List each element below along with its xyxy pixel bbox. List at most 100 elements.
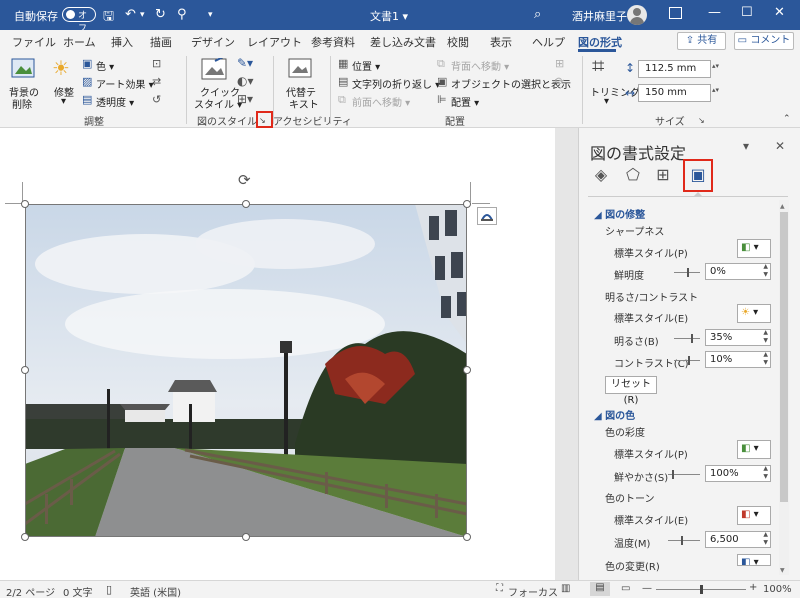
sharpen-input[interactable]: 0% ▲ ▼ [705, 263, 771, 280]
bring-forward-button[interactable]: 前面へ移動 ▾ [352, 94, 410, 109]
resize-handle-sw[interactable] [21, 533, 29, 541]
scroll-up-icon[interactable]: ▲ [780, 203, 785, 210]
ribbon-display-icon[interactable] [669, 7, 682, 19]
spinner-icon[interactable]: ▲ ▼ [763, 531, 768, 547]
comments-button[interactable]: ▭ コメント [734, 32, 794, 50]
tab-view[interactable]: 表示 [490, 34, 512, 50]
tab-layout[interactable]: レイアウト [247, 34, 302, 50]
layout-options-button[interactable] [477, 207, 497, 225]
saturation-presets-dropdown[interactable]: ◧ ▾ [737, 440, 771, 459]
resize-handle-n[interactable] [242, 200, 250, 208]
wrap-text-button[interactable]: 文字列の折り返し ▾ [352, 76, 440, 91]
save-icon[interactable]: 🖫 [103, 7, 114, 29]
width-input[interactable]: 150 mm [638, 84, 711, 102]
send-backward-button[interactable]: 背面へ移動 ▾ [451, 58, 509, 73]
undo-dropdown-icon[interactable]: ▾ [140, 10, 145, 20]
spinner-icon[interactable]: ▲ ▼ [763, 351, 768, 367]
reset-picture-icon[interactable]: ↺ [152, 93, 161, 106]
resize-handle-w[interactable] [21, 366, 29, 374]
autosave-toggle[interactable]: オフ [62, 7, 96, 34]
temperature-slider[interactable] [668, 536, 700, 545]
sharpness-presets-dropdown[interactable]: ◧ ▾ [737, 239, 771, 258]
tab-design[interactable]: デザイン [191, 34, 235, 50]
proofing-icon[interactable]: ▯ [106, 583, 112, 596]
redo-icon[interactable]: ↻ [155, 7, 166, 22]
brightness-input[interactable]: 35% ▲ ▼ [705, 329, 771, 346]
contrast-input[interactable]: 10% ▲ ▼ [705, 351, 771, 368]
resize-handle-ne[interactable] [463, 200, 471, 208]
tab-mailings[interactable]: 差し込み文書 [370, 34, 436, 50]
avatar[interactable] [627, 5, 647, 25]
change-picture-icon[interactable]: ⇄ [152, 75, 161, 88]
tab-file[interactable]: ファイル [12, 34, 56, 50]
width-spinner-icon[interactable]: ▴▾ [712, 86, 719, 94]
rotate-objects-icon[interactable]: ⟳ [555, 75, 564, 88]
slider-thumb[interactable] [681, 536, 683, 545]
language-indicator[interactable]: 英語 (米国) [130, 584, 181, 598]
fill-line-icon[interactable]: ◈ [589, 165, 613, 187]
customize-qat-icon[interactable]: ▾ [208, 10, 213, 20]
tab-picture-format[interactable]: 図の形式 [578, 34, 622, 50]
effects-icon[interactable]: ⬠ [621, 165, 645, 187]
format-painter-icon[interactable]: ⚲ [177, 7, 187, 22]
slider-thumb[interactable] [687, 268, 689, 277]
maximize-icon[interactable]: ☐ [741, 5, 753, 20]
compress-pictures-icon[interactable]: ⊡ [152, 57, 161, 70]
close-icon[interactable]: ✕ [774, 5, 785, 20]
tab-help[interactable]: ヘルプ [532, 34, 565, 50]
slider-thumb[interactable] [672, 470, 674, 479]
pane-options-icon[interactable]: ▾ [743, 139, 749, 153]
user-name[interactable]: 酒井麻里子 [572, 8, 627, 24]
print-layout-icon[interactable]: ▤ [590, 582, 610, 596]
pane-scrollbar[interactable] [779, 200, 789, 575]
spinner-icon[interactable]: ▲ ▼ [763, 465, 768, 481]
tab-references[interactable]: 参考資料 [311, 34, 355, 50]
zoom-slider[interactable] [656, 585, 746, 594]
resize-handle-s[interactable] [242, 533, 250, 541]
reset-button[interactable]: リセット(R) [605, 376, 657, 406]
pane-close-icon[interactable]: ✕ [775, 139, 785, 153]
resize-handle-nw[interactable] [21, 200, 29, 208]
focus-icon[interactable]: ⛶ [496, 583, 503, 594]
rotate-handle-icon[interactable]: ⟳ [238, 171, 251, 189]
recolor-presets-dropdown[interactable]: ◧ ▾ [737, 554, 771, 566]
zoom-thumb[interactable] [700, 585, 703, 594]
page-count[interactable]: 2/2 ページ [6, 584, 55, 598]
focus-mode-label[interactable]: フォーカス [508, 584, 558, 598]
temperature-input[interactable]: 6,500 ▲ ▼ [705, 531, 771, 548]
picture-effects-icon[interactable]: ◐▾ [237, 74, 254, 88]
zoom-in-icon[interactable]: + [749, 582, 757, 593]
tab-review[interactable]: 校閲 [447, 34, 469, 50]
saturation-input[interactable]: 100% ▲ ▼ [705, 465, 771, 482]
read-mode-icon[interactable]: ▥ [561, 583, 570, 594]
minimize-icon[interactable]: — [708, 5, 721, 20]
group-objects-icon[interactable]: ⊞ [555, 57, 564, 70]
picture-border-icon[interactable]: ✎▾ [237, 56, 253, 70]
tab-home[interactable]: ホーム [63, 34, 96, 50]
undo-icon[interactable]: ↶ [125, 7, 136, 22]
bc-presets-dropdown[interactable]: ☀ ▾ [737, 304, 771, 323]
position-button[interactable]: 位置 ▾ [352, 58, 380, 73]
scroll-down-icon[interactable]: ▼ [780, 567, 785, 574]
web-layout-icon[interactable]: ▭ [621, 583, 630, 594]
resize-handle-e[interactable] [463, 366, 471, 374]
tab-insert[interactable]: 挿入 [111, 34, 133, 50]
zoom-level[interactable]: 100% [763, 584, 792, 595]
align-button[interactable]: 配置 ▾ [451, 94, 479, 109]
picture-corrections-header[interactable]: ◢ 図の修整 [594, 206, 645, 221]
search-icon[interactable]: ⌕ [534, 7, 541, 22]
picture-color-header[interactable]: ◢ 図の色 [594, 407, 635, 422]
share-button[interactable]: ⇪ 共有 [677, 32, 726, 50]
height-spinner-icon[interactable]: ▴▾ [712, 62, 719, 70]
document-title[interactable]: 文書1 ▾ [370, 8, 408, 24]
spinner-icon[interactable]: ▲ ▼ [763, 263, 768, 279]
tone-presets-dropdown[interactable]: ◧ ▾ [737, 506, 771, 525]
sharpen-slider[interactable] [674, 268, 700, 277]
slider-thumb[interactable] [691, 334, 693, 343]
layout-properties-icon[interactable]: ⊞ [651, 165, 675, 187]
selection-pane-button[interactable]: オブジェクトの選択と表示 [451, 76, 571, 91]
brightness-slider[interactable] [674, 334, 700, 343]
size-dialog-launcher-icon[interactable]: ↘ [698, 116, 705, 125]
scrollbar-thumb[interactable] [780, 212, 788, 502]
saturation-slider[interactable] [668, 470, 700, 479]
